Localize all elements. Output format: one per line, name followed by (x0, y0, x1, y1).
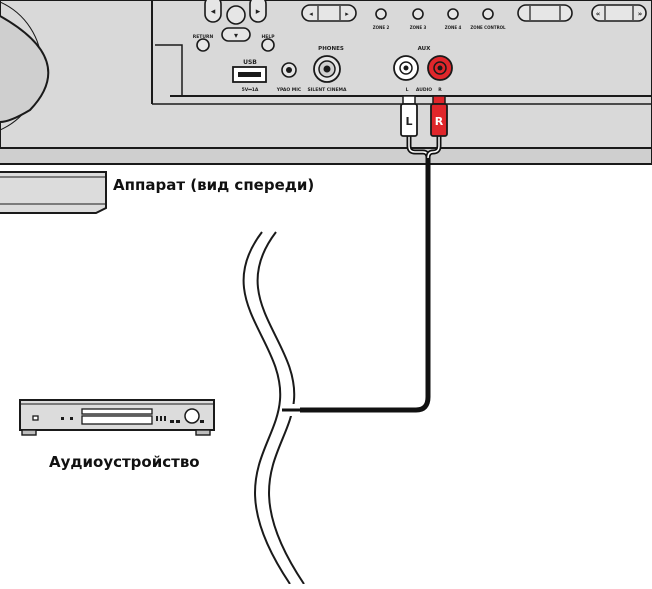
silent-cinema-label: SILENT CINEMA (307, 87, 347, 93)
aux-label: AUX (418, 46, 432, 52)
svg-text:◂: ◂ (309, 10, 313, 18)
connection-diagram: ◂ ▸ ▾ RETURN HELP USB 5V⎓1A YPAO MIC PHO… (0, 0, 652, 585)
svg-text:«: « (596, 10, 601, 18)
usb-power-label: 5V⎓1A (242, 87, 259, 93)
zone-control-button (482, 8, 494, 20)
svg-text:◂: ◂ (211, 7, 216, 17)
plug-right: R (430, 95, 448, 137)
svg-text:»: » (638, 10, 643, 18)
device-foot-right (195, 429, 211, 436)
return-label: RETURN (193, 34, 214, 40)
zone4-label: ZONE 4 (445, 25, 462, 30)
aux-audio-label: AUDIO (416, 87, 432, 93)
diagram-canvas: ◂ ▸ ▾ RETURN HELP USB 5V⎓1A YPAO MIC PHO… (0, 0, 652, 585)
power-switch (32, 415, 39, 421)
ypao-label: YPAO MIC (276, 87, 302, 93)
aux-r-label: R (438, 87, 442, 93)
zone3-label: ZONE 3 (410, 25, 427, 30)
plug-left: L (400, 95, 418, 137)
enter-button (226, 5, 246, 25)
plug-right-label: R (435, 115, 444, 128)
disc-tray (81, 408, 153, 415)
svg-text:▸: ▸ (256, 7, 261, 17)
receiver-base (0, 171, 107, 214)
return-button (196, 38, 210, 52)
usb-label: USB (243, 59, 257, 66)
program-rocker (517, 4, 573, 22)
plug-left-label: L (405, 115, 412, 128)
zone2-button (375, 8, 387, 20)
display-window (81, 415, 153, 425)
audio-device (19, 399, 215, 436)
zone2-label: ZONE 2 (373, 25, 390, 30)
svg-text:▸: ▸ (345, 10, 349, 18)
zone3-button (412, 8, 424, 20)
volume-dial (184, 408, 200, 424)
help-button (261, 38, 275, 52)
zone4-button (447, 8, 459, 20)
device-caption: Аппарат (вид спереди) (113, 176, 315, 194)
aux-l-label: L (406, 87, 409, 93)
help-label: HELP (261, 34, 275, 40)
source-caption: Аудиоустройство (49, 453, 200, 471)
svg-text:▾: ▾ (234, 31, 238, 40)
distance-break-lines (242, 231, 305, 585)
phones-label: PHONES (318, 46, 344, 52)
zone-control-label: ZONE CONTROL (470, 25, 506, 30)
device-foot-left (21, 429, 37, 436)
